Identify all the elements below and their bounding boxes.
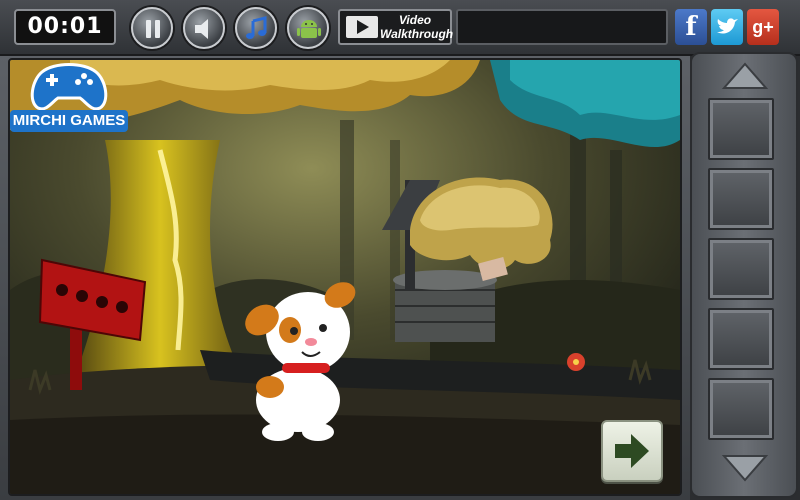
- sound-button[interactable]: [183, 7, 225, 49]
- music-button[interactable]: [235, 7, 277, 49]
- inventory-up-arrow[interactable]: [720, 62, 770, 90]
- inventory-slot-2[interactable]: [708, 168, 774, 230]
- inventory-slot-4[interactable]: [708, 308, 774, 370]
- arrow-right-icon: [615, 434, 649, 468]
- twitter-icon: [717, 18, 738, 34]
- logo-text: MIRCHI GAMES: [10, 110, 128, 132]
- next-scene-button[interactable]: [601, 420, 663, 482]
- pause-icon: [146, 20, 160, 38]
- pause-button[interactable]: [131, 7, 173, 49]
- music-note-icon: [246, 16, 267, 39]
- video-walkthrough-button[interactable]: Video Walkthrough: [338, 9, 454, 45]
- video-walkthrough-label: Video Walkthrough: [380, 13, 454, 41]
- video-label-line2: Walkthrough: [380, 27, 454, 41]
- film-icon: [346, 16, 378, 38]
- video-label-line1: Video: [398, 13, 432, 27]
- inventory-panel: [690, 52, 798, 498]
- ad-panel: [456, 9, 668, 45]
- inventory-slot-5[interactable]: [708, 378, 774, 440]
- facebook-button[interactable]: f: [675, 9, 707, 45]
- facebook-icon: f: [685, 12, 697, 42]
- google-plus-icon: g+: [752, 17, 774, 37]
- gamepad-icon: [30, 63, 108, 111]
- game-timer: 00:01: [14, 9, 116, 45]
- mirchi-games-logo[interactable]: MIRCHI GAMES: [10, 62, 128, 134]
- twitter-button[interactable]: [711, 9, 743, 45]
- speaker-icon: [195, 19, 208, 39]
- android-button[interactable]: [287, 7, 329, 49]
- top-toolbar: 00:01 Video Walkthrough f g+: [0, 0, 800, 56]
- inventory-slot-3[interactable]: [708, 238, 774, 300]
- google-plus-button[interactable]: g+: [747, 9, 779, 45]
- android-icon: [297, 20, 321, 38]
- inventory-down-arrow[interactable]: [720, 454, 770, 482]
- inventory-slot-1[interactable]: [708, 98, 774, 160]
- red-flower[interactable]: [567, 353, 585, 371]
